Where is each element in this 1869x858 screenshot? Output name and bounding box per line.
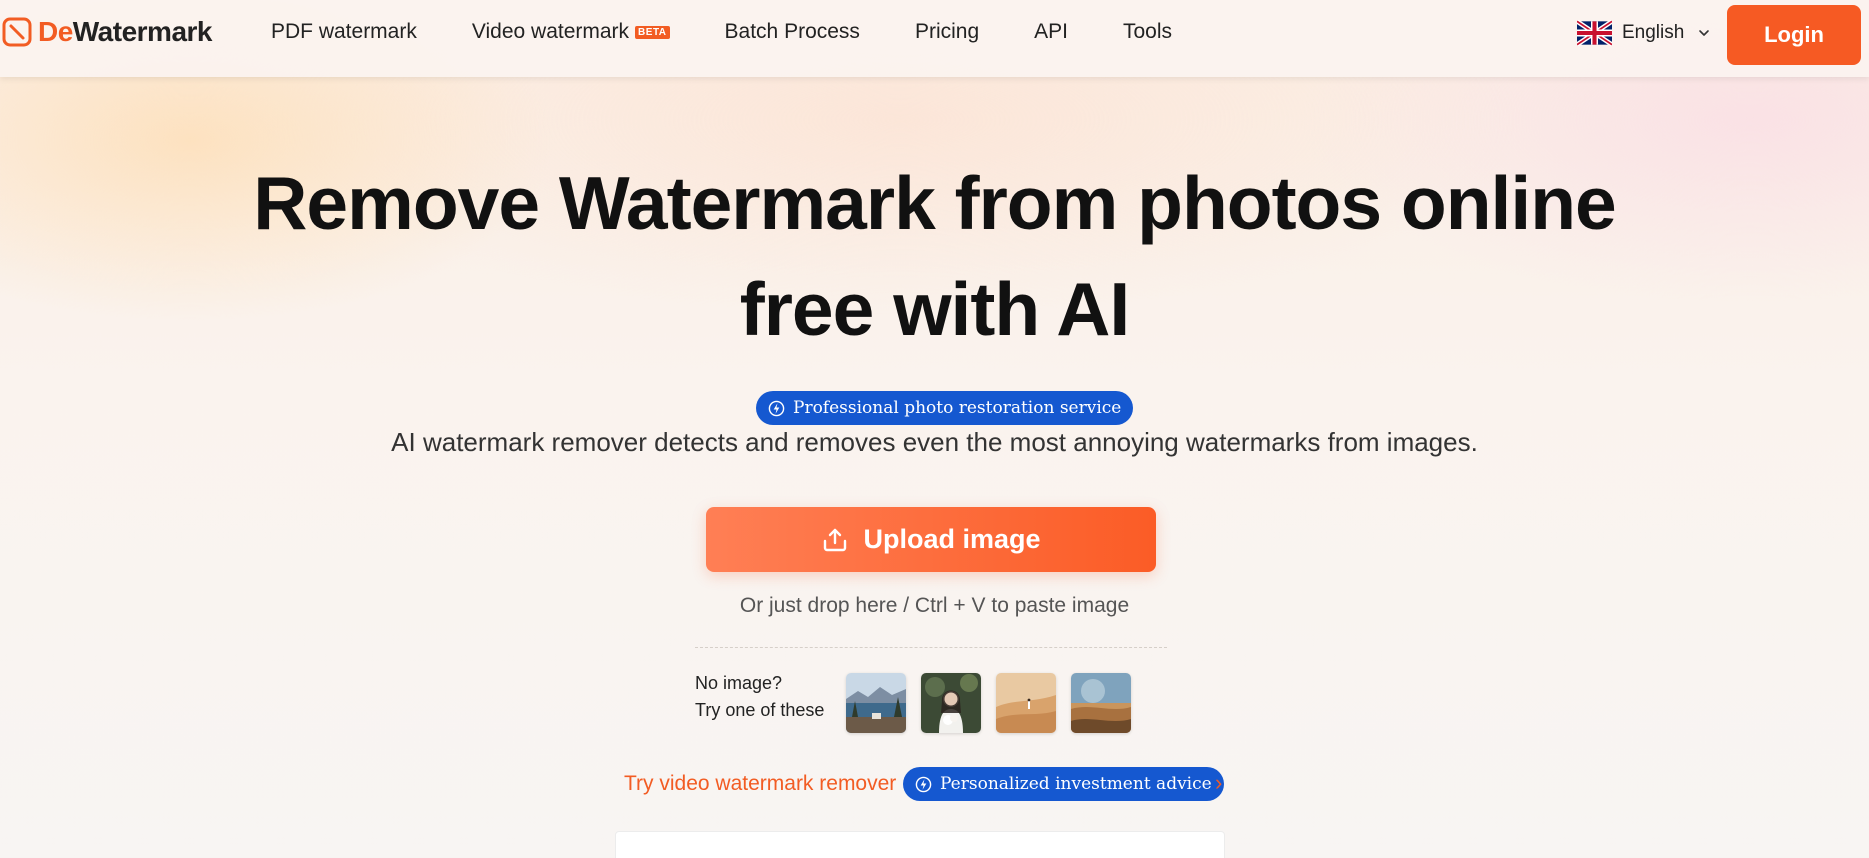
logo-text-suffix: Watermark [72, 16, 213, 47]
try-samples-text: Try one of these [695, 700, 825, 720]
nav-pdf-watermark[interactable]: PDF watermark [271, 20, 417, 44]
sample-image-sunset-dunes[interactable] [1071, 673, 1131, 733]
upload-icon [824, 528, 847, 551]
nav-video-watermark[interactable]: Video watermark BETA [472, 20, 670, 44]
chevron-right-icon[interactable]: › [1215, 770, 1222, 796]
promo-badge-photo-restoration[interactable]: Professional photo restoration service [756, 391, 1134, 425]
beta-badge: BETA [635, 25, 670, 39]
promo-badge-investment-advice[interactable]: Personalized investment advice [903, 767, 1224, 801]
page-title-line-2: free with AI [739, 267, 1130, 351]
login-button[interactable]: Login [1727, 5, 1861, 65]
language-selector[interactable]: English [1577, 20, 1710, 46]
portrait-thumbnail [921, 673, 981, 733]
video-watermark-remover-link[interactable]: Try video watermark remover [624, 772, 896, 796]
nav-pricing[interactable]: Pricing [915, 20, 979, 44]
sample-images-prompt: No image? Try one of these [695, 670, 824, 724]
sample-image-portrait[interactable] [921, 673, 981, 733]
desert-thumbnail [996, 673, 1056, 733]
dashed-divider [695, 647, 1167, 648]
dewatermark-logo[interactable]: DeWatermark [2, 16, 213, 48]
sample-image-desert[interactable] [996, 673, 1056, 733]
promo-badge-label: Professional photo restoration service [793, 398, 1122, 418]
nav-api[interactable]: API [1034, 20, 1068, 44]
nav-batch-process[interactable]: Batch Process [725, 20, 860, 44]
main-nav: PDF watermark Video watermark BETA Batch… [271, 20, 1227, 44]
logo-text-prefix: De [38, 16, 73, 47]
top-navigation-bar: DeWatermark PDF watermark Video watermar… [0, 0, 1869, 77]
chevron-down-icon [1699, 30, 1710, 36]
page-title: Remove Watermark from photos online free… [0, 150, 1869, 362]
hero-subtitle: AI watermark remover detects and removes… [391, 427, 1478, 457]
logo-icon [2, 17, 32, 47]
bolt-circle-icon [768, 400, 785, 416]
language-label: English [1622, 22, 1685, 43]
promo-badge-label: Personalized investment advice [940, 774, 1212, 794]
sample-image-lake[interactable] [846, 673, 906, 733]
uk-flag-icon [1577, 20, 1612, 46]
nav-video-watermark-label: Video watermark [471, 20, 630, 43]
nav-tools[interactable]: Tools [1123, 20, 1172, 44]
page-title-line-1: Remove Watermark from photos online [253, 161, 1616, 245]
logo-wordmark: DeWatermark [38, 16, 213, 48]
lake-scene-thumbnail [846, 673, 906, 733]
no-image-text: No image? [695, 673, 783, 693]
sample-images [846, 673, 1131, 733]
upload-image-label: Upload image [863, 524, 1041, 554]
upload-image-button[interactable]: Upload image [706, 507, 1156, 572]
drop-paste-hint: Or just drop here / Ctrl + V to paste im… [739, 594, 1130, 617]
sunset-dunes-thumbnail [1071, 673, 1131, 733]
content-panel [615, 831, 1225, 858]
bolt-circle-icon [915, 776, 932, 792]
